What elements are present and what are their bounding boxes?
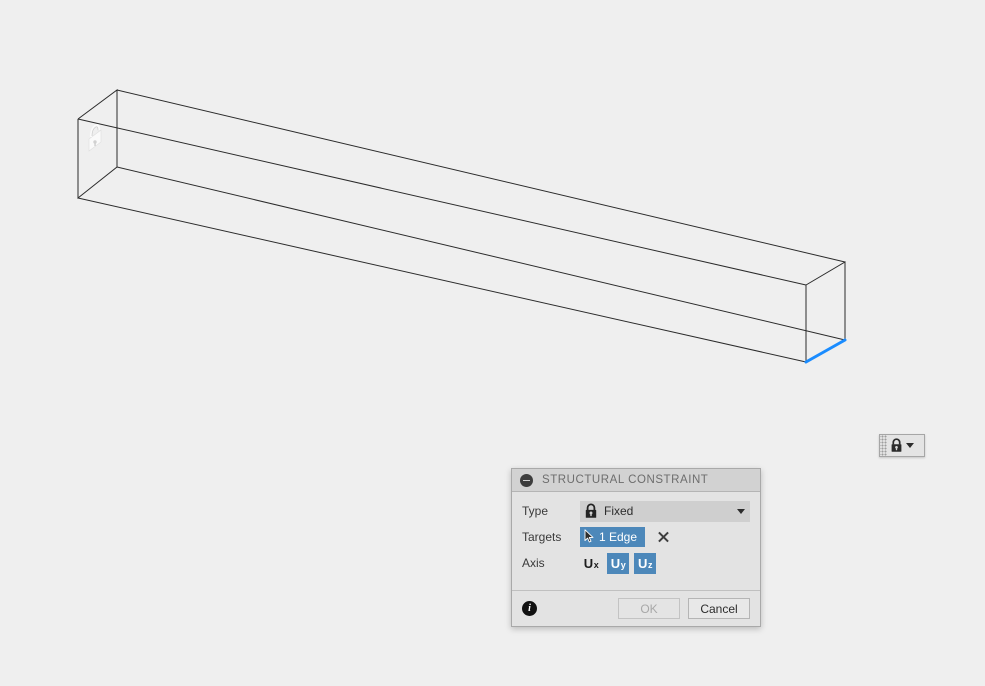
selected-edge-highlight[interactable]	[804, 338, 847, 364]
axis-sub-ux: x	[593, 560, 599, 570]
beam-lock-marker	[88, 124, 102, 152]
axis-base-ux: U	[583, 555, 594, 571]
targets-selection-chip[interactable]: 1 Edge	[580, 527, 646, 547]
targets-label: Targets	[522, 530, 562, 544]
lock-icon	[890, 438, 903, 453]
cursor-arrow-icon	[584, 528, 595, 546]
type-dropdown[interactable]: Fixed	[580, 500, 750, 522]
axis-button-uy[interactable]: Uy	[607, 552, 629, 574]
beam-right-end-face	[805, 261, 846, 363]
dialog-titlebar[interactable]: STRUCTURAL CONSTRAINT	[512, 469, 760, 492]
beam-edge-top-front	[77, 118, 807, 286]
axis-toggle-group: Ux Uy Uz	[580, 552, 661, 574]
row-type: Type Fixed	[512, 498, 760, 524]
axis-sub-uz: z	[647, 560, 653, 570]
close-x-icon[interactable]	[656, 530, 671, 545]
axis-button-uz[interactable]: Uz	[634, 552, 656, 574]
beam-edge-bottom-back	[116, 166, 846, 341]
row-axis: Axis Ux Uy Uz	[512, 550, 760, 576]
axis-sub-uy: y	[620, 560, 626, 570]
dialog-footer: i OK Cancel	[512, 590, 760, 626]
3d-viewport[interactable]	[0, 0, 985, 686]
axis-base-uy: U	[610, 555, 621, 571]
beam-edge-bottom-front	[77, 197, 807, 363]
type-label: Type	[522, 504, 549, 518]
ok-button[interactable]: OK	[618, 598, 680, 619]
targets-chip-value: 1 Edge	[599, 530, 638, 544]
minus-circle-icon[interactable]	[520, 473, 533, 487]
axis-label: Axis	[522, 556, 545, 570]
chevron-down-icon[interactable]	[906, 443, 914, 448]
dialog-title: STRUCTURAL CONSTRAINT	[542, 474, 709, 486]
axis-base-uz: U	[638, 555, 648, 571]
row-targets: Targets 1 Edge	[512, 524, 760, 550]
mini-toolbar-constraint-button[interactable]	[887, 435, 916, 456]
chevron-down-icon[interactable]	[737, 508, 745, 514]
cancel-button[interactable]: Cancel	[688, 598, 750, 619]
axis-button-ux[interactable]: Ux	[580, 553, 602, 574]
dialog-body: Type Fixed Targets 1 Edge Axis U x U y U…	[512, 492, 760, 590]
mini-toolbar-drag-handle[interactable]	[880, 435, 887, 456]
type-value: Fixed	[604, 504, 634, 518]
mini-toolbar[interactable]	[879, 434, 925, 457]
beam-edge-top-back	[116, 89, 846, 263]
structural-constraint-dialog[interactable]: STRUCTURAL CONSTRAINT Type Fixed Targets…	[511, 468, 761, 627]
lock-icon	[584, 503, 598, 519]
beam-model[interactable]	[0, 0, 985, 686]
info-icon[interactable]: i	[522, 601, 537, 616]
